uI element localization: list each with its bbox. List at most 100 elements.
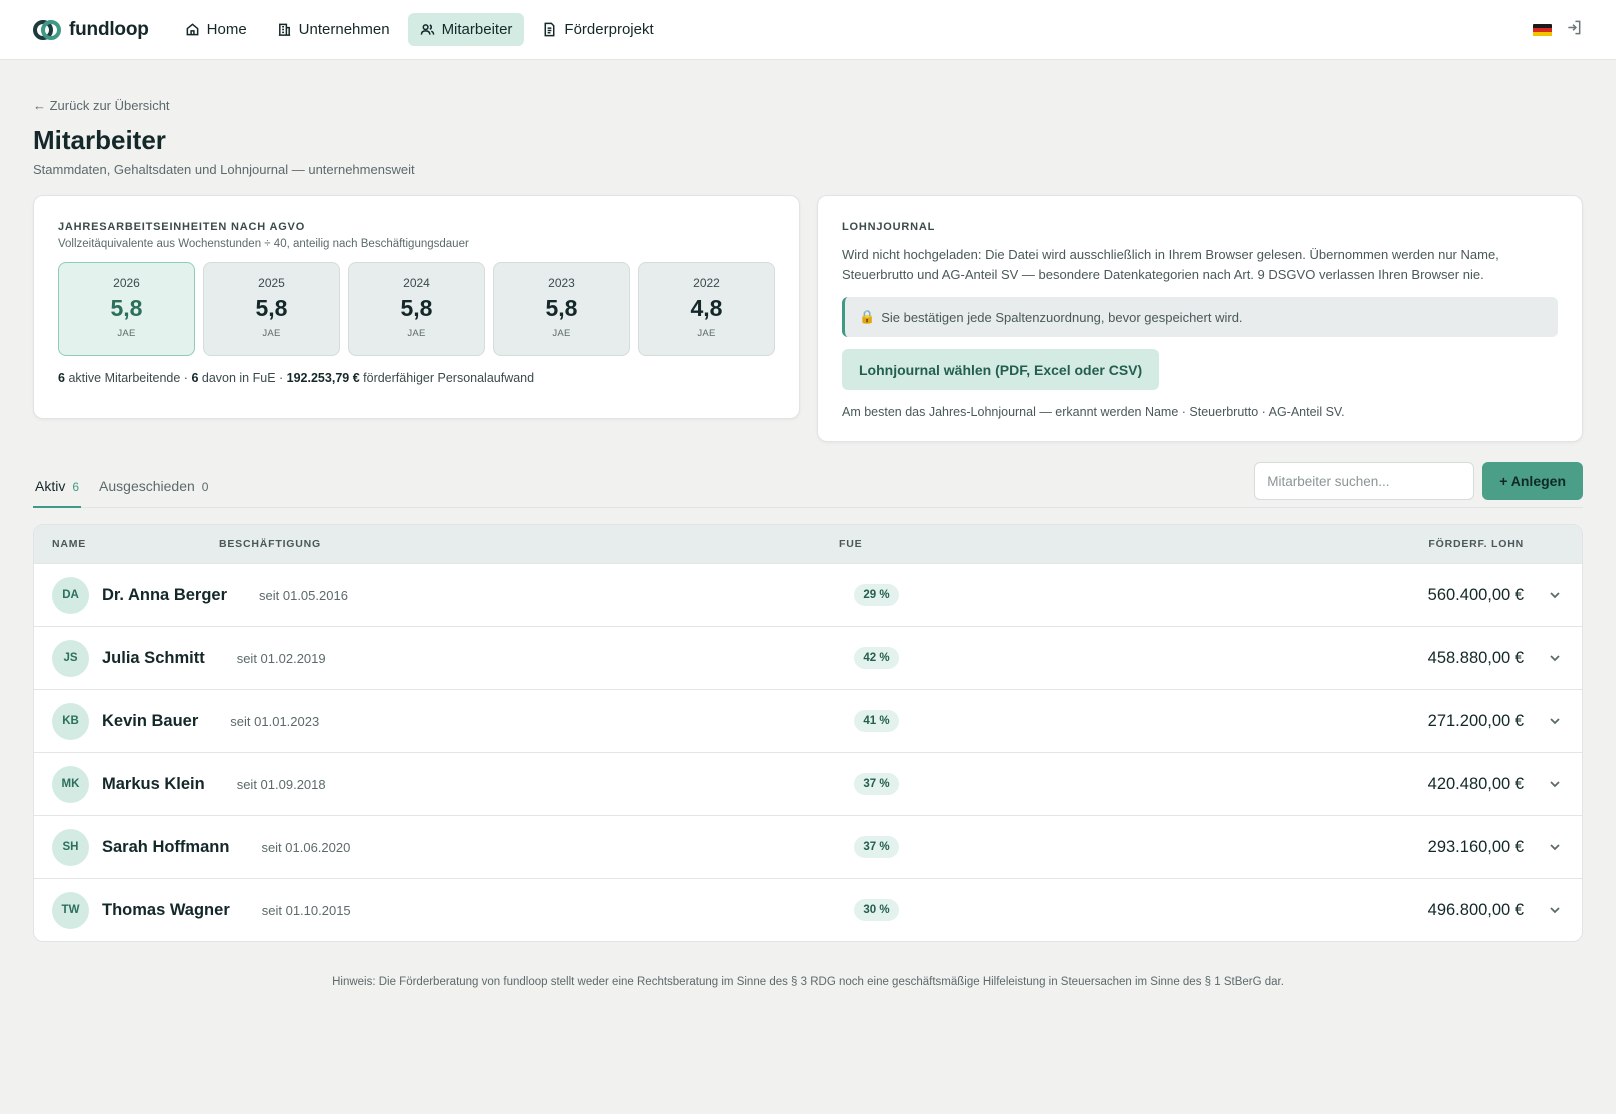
jae-value: 5,8 [545,295,578,321]
eligible-wage: 271.200,00 € [1427,711,1524,730]
nav-item-unternehmen[interactable]: Unternehmen [265,13,402,46]
employee-name: Sarah Hoffmann [102,837,230,856]
jae-value: 4,8 [690,295,723,321]
lohnjournal-text: Wird nicht hochgeladen: Die Datei wird a… [842,247,1499,282]
table-row[interactable]: TW Thomas Wagner seit 01.10.2015 30 % 496… [34,878,1582,941]
column-header-beschaeftigung[interactable]: BESCHÄFTIGUNG [219,538,321,550]
jae-value: 5,8 [400,295,433,321]
eligible-wage: 420.480,00 € [1427,774,1524,793]
nav-item-label: Home [206,21,247,38]
table-row[interactable]: KB Kevin Bauer seit 01.01.2023 41 % 271.2… [34,689,1582,752]
fue-badge: 37 % [854,836,899,858]
choose-lohnjournal-button[interactable]: Lohnjournal wählen (PDF, Excel oder CSV) [842,349,1160,390]
jae-unit: JAE [262,328,281,339]
avatar: SH [52,828,89,866]
avatar: KB [52,702,89,740]
back-link[interactable]: ← Zurück zur Übersicht [33,98,1583,113]
top-navbar: fundloop Home Unternehmen Mitarbeiter Fö… [0,0,1616,60]
lohnjournal-label: LOHNJOURNAL [842,221,936,233]
column-header-foerderf-lohn[interactable]: FÖRDERF. LOHN [1428,538,1524,550]
legal-note: Hinweis: Die Förderberatung von fundloop… [332,976,1284,988]
nav-item-mitarbeiter[interactable]: Mitarbeiter [407,13,525,46]
employment-since: seit 01.06.2020 [261,839,351,855]
search-input[interactable] [1254,462,1475,500]
tab-aktiv[interactable]: Aktiv 6 [33,478,82,508]
fue-badge: 42 % [854,647,899,669]
chevron-down-icon[interactable] [1548,714,1562,728]
flag-de-icon[interactable] [1533,23,1552,37]
table-row[interactable]: MK Markus Klein seit 01.09.2018 37 % 420.… [34,752,1582,815]
jae-year-2024[interactable]: 2024 5,8 JAE [348,262,485,356]
lohnjournal-note: 🔒 Sie bestätigen jede Spaltenzuordnung, … [842,297,1558,337]
table-row[interactable]: JS Julia Schmitt seit 01.02.2019 42 % 458… [34,626,1582,689]
active-text: aktive Mitarbeitende · [68,371,188,385]
chevron-down-icon[interactable] [1548,651,1562,665]
building-icon [278,23,290,36]
avatar: JS [52,639,89,677]
add-employee-button[interactable]: + Anlegen [1482,462,1583,500]
tabs-row: Aktiv 6 Ausgeschieden 0 + Anlegen [33,462,1583,508]
jae-year-list: 2026 5,8 JAE 2025 5,8 JAE 2024 5,8 JAE 2… [58,262,775,356]
jae-year-2023[interactable]: 2023 5,8 JAE [493,262,630,356]
chevron-down-icon[interactable] [1548,903,1562,917]
logo[interactable]: fundloop [33,19,149,41]
jae-year-2025[interactable]: 2025 5,8 JAE [203,262,340,356]
jae-year: 2024 [403,276,430,290]
fundloop-logo-icon [33,19,61,41]
active-count: 6 [58,371,65,385]
main-nav: Home Unternehmen Mitarbeiter Förderproje… [173,13,666,46]
jae-year: 2025 [258,276,285,290]
jae-card-label: JAHRESARBEITSEINHEITEN NACH AGVO [58,221,306,233]
brand-name: fundloop [69,18,149,40]
chevron-down-icon[interactable] [1548,777,1562,791]
eligible-wage: 560.400,00 € [1427,585,1524,604]
fue-badge: 41 % [854,710,899,732]
jae-year-2026[interactable]: 2026 5,8 JAE [58,262,195,356]
document-icon [544,22,555,37]
jae-year: 2022 [693,276,720,290]
column-header-fue[interactable]: FUE [839,538,862,550]
amount-text: förderfähiger Personalaufwand [363,371,535,385]
employee-name: Markus Klein [102,774,205,793]
jae-year: 2026 [113,276,140,290]
logout-icon[interactable] [1566,19,1583,41]
jae-value: 5,8 [110,295,143,321]
lohnjournal-hint: Am besten das Jahres-Lohnjournal — erkan… [842,405,1345,419]
eligible-amount: 192.253,79 € [286,371,360,385]
nav-item-foerderprojekt[interactable]: Förderprojekt [530,13,665,46]
jae-year: 2023 [548,276,575,290]
jae-value: 5,8 [255,295,288,321]
fue-badge: 37 % [854,773,899,795]
chevron-down-icon[interactable] [1548,588,1562,602]
table-row[interactable]: SH Sarah Hoffmann seit 01.06.2020 37 % 29… [34,815,1582,878]
table-header: NAME BESCHÄFTIGUNG FUE FÖRDERF. LOHN [34,525,1582,563]
page-title: Mitarbeiter [33,125,166,155]
tab-label: Ausgeschieden [99,478,195,494]
avatar: DA [52,576,89,614]
fue-badge: 29 % [854,584,899,606]
lohnjournal-card: LOHNJOURNAL Wird nicht hochgeladen: Die … [817,195,1583,442]
tab-count: 0 [201,480,209,494]
tab-label: Aktiv [35,478,66,494]
employee-name: Julia Schmitt [102,648,205,667]
column-header-name[interactable]: NAME [52,538,86,550]
employee-name: Thomas Wagner [102,900,230,919]
tab-ausgeschieden[interactable]: Ausgeschieden 0 [97,478,210,508]
chevron-down-icon[interactable] [1548,840,1562,854]
eligible-wage: 293.160,00 € [1427,837,1524,856]
tab-list: Aktiv 6 Ausgeschieden 0 [33,478,210,508]
nav-item-label: Mitarbeiter [441,21,513,38]
table-row[interactable]: DA Dr. Anna Berger seit 01.05.2016 29 % 5… [34,563,1582,626]
jae-unit: JAE [407,328,426,339]
tab-count: 6 [72,480,80,494]
jae-unit: JAE [552,328,571,339]
employment-since: seit 01.05.2016 [259,587,348,603]
page-subtitle: Stammdaten, Gehaltsdaten und Lohnjournal… [33,162,415,177]
jae-card-description: Vollzeitäquivalente aus Wochenstunden ÷ … [58,238,469,250]
avatar: TW [52,891,89,929]
nav-item-home[interactable]: Home [173,13,259,46]
jae-year-2022[interactable]: 2022 4,8 JAE [638,262,775,356]
employee-table: NAME BESCHÄFTIGUNG FUE FÖRDERF. LOHN DA … [33,524,1583,942]
fue-text: davon in FuE · [201,371,284,385]
employee-name: Dr. Anna Berger [102,585,228,604]
